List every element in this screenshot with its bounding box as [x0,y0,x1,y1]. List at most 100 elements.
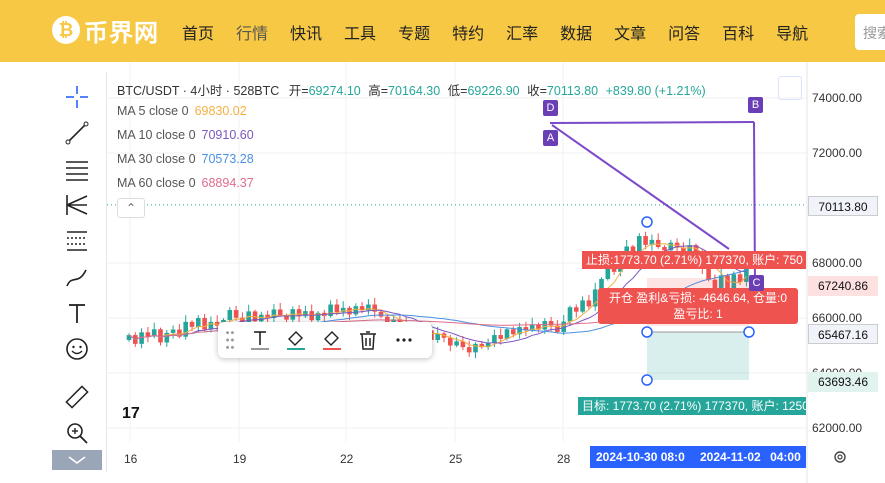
site-logo[interactable]: ₿ 币界网 [52,12,159,48]
text-tool-icon[interactable] [60,296,94,330]
horizontal-lines-icon[interactable] [60,152,94,186]
text-style-icon[interactable] [242,322,278,358]
time-axis-label: 25 [449,452,463,466]
point-d-label[interactable]: D [543,100,558,116]
nav-item[interactable]: 数据 [560,20,592,44]
candle-body [567,307,573,322]
drag-handle-icon[interactable] [218,322,242,358]
candle-body [233,310,239,318]
ma-legend-row[interactable]: MA 5 close 0 69830.02 [117,104,247,118]
point-b-label[interactable]: B [748,97,763,113]
current-price-tag: 70113.80 [808,196,878,216]
main-nav: 首页 行情 快讯 工具 专题 特约 汇率 数据 文章 问答 百科 导航 [182,20,830,44]
nav-item[interactable]: 文章 [614,20,646,44]
nav-item[interactable]: 工具 [344,20,376,44]
drag-handle [641,374,653,386]
drag-handle [743,326,755,338]
point-c-label[interactable]: C [749,275,764,291]
cursor-date-tag-2: 2024-11-02 04:00 [694,446,806,468]
price-axis-label: 66000.00 [812,311,863,325]
candle-body [448,337,453,346]
drawing-floating-toolbar [218,322,432,358]
candle-body [655,239,661,248]
ruler-icon[interactable] [60,380,94,414]
candle-body [466,347,472,353]
time-axis-label: 22 [340,452,354,466]
candlestick-chart[interactable] [107,62,885,483]
time-axis-label: 16 [124,452,138,466]
drag-handle [641,326,653,338]
candle-body [189,321,195,327]
nav-item[interactable]: 特约 [452,20,484,44]
candle-body [378,311,384,317]
time-axis-label: 28 [557,452,571,466]
nav-item[interactable]: 行情 [236,20,268,44]
nav-item[interactable]: 百科 [722,20,754,44]
emoji-icon[interactable] [60,332,94,366]
close-value: 70113.80 [546,84,599,98]
point-a-label[interactable]: A [543,130,558,146]
stop-price-tag: 67240.86 [808,276,878,296]
search-input[interactable]: 搜索 [855,14,885,50]
price-axis-label: 68000.00 [812,256,863,270]
fullscreen-button[interactable] [778,76,802,100]
more-options-icon[interactable] [386,322,422,358]
candle-body [353,306,359,315]
chart-legend: BTC/USDT · 4小时 · 528BTC 开=69274.10 高=701… [117,84,706,98]
stop-loss-label: 止损:1773.70 (2.71%) 177370, 账户: 750 [582,251,806,269]
price-axis-label: 72000.00 [812,146,863,160]
candle-body [454,341,459,346]
candle-body [227,310,233,320]
crosshair-icon[interactable] [60,80,94,114]
nav-item[interactable]: 首页 [182,20,214,44]
candle-body [580,300,585,312]
cursor-date-tag-1: 2024-10-30 08:0 [590,446,694,468]
candle-body [196,318,201,327]
candle-body [492,335,497,343]
fill-color-icon[interactable] [278,322,314,358]
zoom-in-icon[interactable] [60,416,94,450]
candle-body [511,329,516,335]
nav-item[interactable]: 导航 [776,20,808,44]
collapse-legend-button[interactable]: ⌃ [117,198,145,218]
fib-retracement-icon[interactable] [60,224,94,258]
candle-body [586,300,592,307]
target-zone [647,332,749,380]
trend-line-icon[interactable] [60,116,94,150]
change-value: +839.80 (+1.21%) [605,84,706,98]
expand-toolbar-button[interactable] [52,450,102,470]
candle-body [574,307,579,312]
target-price-tag: 63693.46 [808,372,878,392]
candle-body [145,332,151,337]
fill-color-2-icon[interactable] [314,322,350,358]
drawing-toolbar [50,72,106,472]
target-label: 目标: 1773.70 (2.71%) 177370, 账户: 1250 [578,397,806,415]
high-value: 70164.30 [388,84,441,98]
nav-item[interactable]: 汇率 [506,20,538,44]
pnl-label: 开仓 盈利&亏损: -4646.64, 仓量:0 盈亏比: 1 [598,288,798,324]
low-value: 69226.90 [467,84,520,98]
pitchfork-icon[interactable] [60,188,94,222]
candle-body [334,304,340,313]
nav-item[interactable]: 专题 [398,20,430,44]
chevron-down-icon [68,456,86,464]
gear-icon[interactable] [832,449,848,465]
price-axis-label: 74000.00 [812,91,863,105]
bitcoin-logo-icon: ₿ [52,16,80,44]
ma-legend-row[interactable]: MA 30 close 0 70573.28 [117,152,254,166]
drawing-line-db [549,121,755,124]
brush-icon[interactable] [60,260,94,294]
candle-body [542,321,548,330]
ma-legend-row[interactable]: MA 10 close 0 70910.60 [117,128,254,142]
open-value: 69274.10 [308,84,361,98]
entry-price-tag: 65467.16 [808,324,878,344]
price-axis-label: 62000.00 [812,421,863,435]
candle-body [643,236,648,245]
candle-body [277,309,283,316]
candle-body [473,343,478,353]
tradingview-logo: 17 [122,405,140,422]
trash-icon[interactable] [350,322,386,358]
ma-legend-row[interactable]: MA 60 close 0 68894.37 [117,176,254,190]
nav-item[interactable]: 快讯 [290,20,322,44]
nav-item[interactable]: 问答 [668,20,700,44]
